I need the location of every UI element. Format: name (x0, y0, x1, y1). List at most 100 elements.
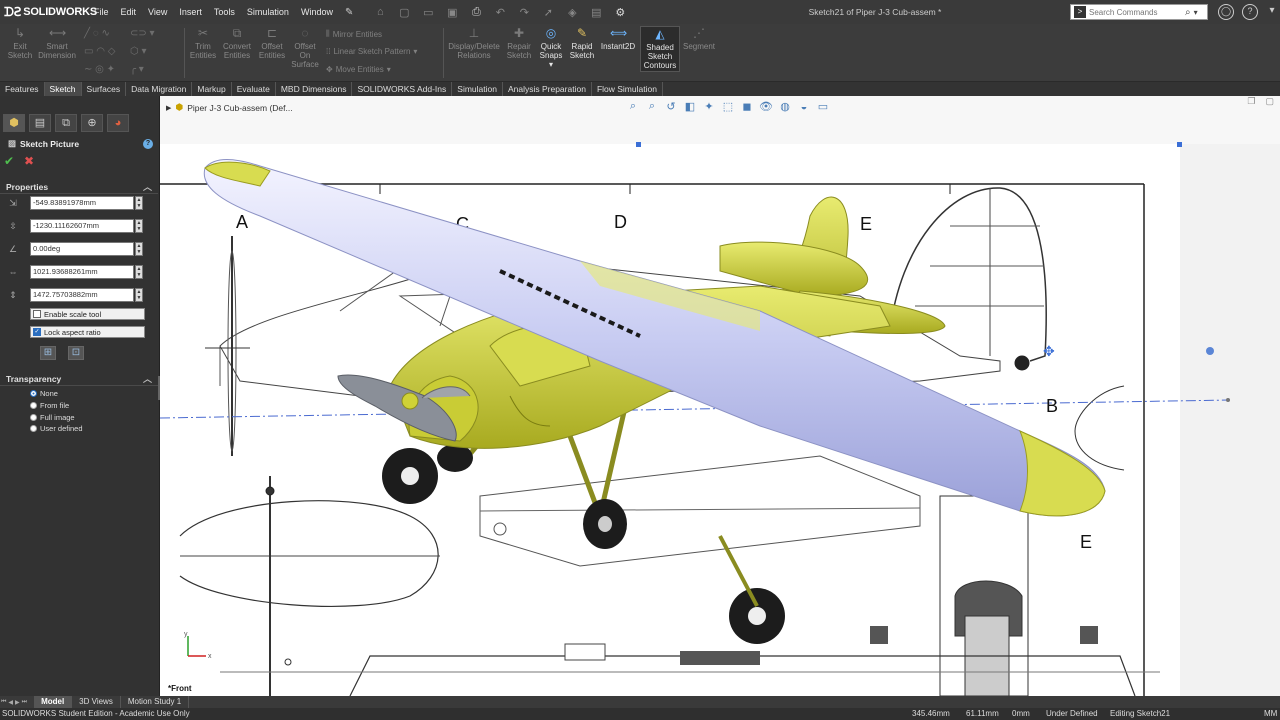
dimxpert-icon[interactable]: ⊕ (81, 114, 103, 132)
next-tab-arrow-icon[interactable]: ▶ (14, 699, 21, 706)
tab-sketch[interactable]: Sketch (44, 82, 82, 96)
cancel-x-icon[interactable]: ✖ (24, 154, 34, 168)
rectangle-icon[interactable]: ▭ ◠ ◇ (84, 46, 115, 57)
menu-insert[interactable]: Insert (173, 0, 208, 24)
pin-icon[interactable]: ✎ (339, 7, 359, 18)
redo-icon[interactable]: ↷ (515, 6, 533, 19)
repair-sketch-button[interactable]: ✚ Repair Sketch (505, 26, 533, 60)
tab-markup[interactable]: Markup (192, 82, 232, 96)
prev-tab-arrow-icon[interactable]: ◀ (7, 699, 14, 706)
spline-icon[interactable]: ∼ ◎ ✦ (84, 64, 115, 75)
exit-sketch-button[interactable]: ↳ Exit Sketch (6, 26, 34, 60)
checkbox-unchecked[interactable] (33, 310, 41, 318)
rebuild-icon[interactable]: ◈ (563, 6, 581, 19)
edit-appearance-icon[interactable]: ◍ (778, 100, 792, 113)
width-spinner[interactable]: ▲ ▼ (135, 265, 143, 279)
view-orientation-icon[interactable]: ⬚ (721, 100, 735, 113)
user-account-icon[interactable]: ◯ (1218, 4, 1234, 20)
picture-resize-handle-top[interactable] (636, 142, 641, 147)
y-position-spinner[interactable]: ▲ ▼ (135, 219, 143, 233)
x-position-spinner[interactable]: ▲ ▼ (135, 196, 143, 210)
x-position-input[interactable]: -549.83891978mm (30, 196, 134, 210)
convert-entities-button[interactable]: ⧉ Convert Entities (221, 26, 253, 60)
menu-simulation[interactable]: Simulation (241, 0, 295, 24)
flip-vertical-icon[interactable]: ⊡ (68, 346, 84, 360)
select-icon[interactable]: ➚ (539, 6, 557, 19)
transparency-full-image-radio[interactable]: Full image (30, 412, 75, 423)
help-icon[interactable]: ? (1242, 4, 1258, 20)
height-spinner[interactable]: ▲ ▼ (135, 288, 143, 302)
units-indicator[interactable]: MM (1264, 708, 1277, 720)
move-entities-button[interactable]: ✥ Move Entities ▾ (326, 65, 391, 74)
undo-icon[interactable]: ↶ (491, 6, 509, 19)
more-chevron-icon[interactable]: ▾ (1264, 4, 1280, 20)
menu-view[interactable]: View (142, 0, 173, 24)
radio-unselected[interactable] (30, 402, 37, 409)
display-delete-relations-button[interactable]: ⊥ Display/Delete Relations (446, 26, 502, 60)
save-icon[interactable]: ▣ (443, 6, 461, 19)
lock-aspect-ratio-checkbox[interactable]: ✓ Lock aspect ratio (30, 326, 145, 338)
height-input[interactable]: 1472.75703882mm (30, 288, 134, 302)
polygon-icon[interactable]: ⬡ ▾ (130, 46, 147, 57)
radio-unselected[interactable] (30, 425, 37, 432)
enable-scale-tool-checkbox[interactable]: Enable scale tool (30, 308, 145, 320)
tab-surfaces[interactable]: Surfaces (82, 82, 127, 96)
sketch-picture-canvas[interactable]: A B C D E B E (160, 96, 1280, 696)
instant2d-button[interactable]: ⟺ Instant2D (600, 26, 636, 51)
zoom-to-area-icon[interactable]: ⌕ (645, 100, 659, 113)
search-commands-box[interactable]: > ⌕ ▾ (1070, 4, 1208, 20)
tab-3d-views[interactable]: 3D Views (72, 696, 121, 708)
menu-file[interactable]: File (88, 0, 115, 24)
fillet-icon[interactable]: ╭ ▾ (130, 64, 144, 75)
line-icon[interactable]: ╱ ◌ ∿ (84, 28, 110, 39)
picture-resize-handle-top-right[interactable] (1177, 142, 1182, 147)
tab-mbd-dimensions[interactable]: MBD Dimensions (276, 82, 353, 96)
print-icon[interactable]: ⎙ (467, 6, 485, 19)
first-tab-arrow-icon[interactable]: ⏮ (0, 699, 7, 706)
feature-manager-icon[interactable]: ⬢ (3, 114, 25, 132)
menu-tools[interactable]: Tools (208, 0, 241, 24)
radio-unselected[interactable] (30, 414, 37, 421)
last-tab-arrow-icon[interactable]: ⏭ (21, 699, 28, 706)
angle-spinner[interactable]: ▲ ▼ (135, 242, 143, 256)
section-view-icon[interactable]: ◧ (683, 100, 697, 113)
file-properties-icon[interactable]: ▤ (587, 6, 605, 19)
width-input[interactable]: 1021.93688261mm (30, 265, 134, 279)
flip-horizontal-icon[interactable]: ⊞ (40, 346, 56, 360)
checkbox-checked[interactable]: ✓ (33, 328, 41, 336)
linear-sketch-pattern-button[interactable]: ⁞⁞ Linear Sketch Pattern ▾ (326, 47, 417, 56)
property-manager-icon[interactable]: ▤ (29, 114, 51, 132)
display-manager-icon[interactable]: ◕ (107, 114, 129, 132)
hide-show-items-icon[interactable]: 👁 (759, 100, 773, 113)
radio-selected[interactable] (30, 390, 37, 397)
configuration-manager-icon[interactable]: ⧉ (55, 114, 77, 132)
tab-solidworks-add-ins[interactable]: SOLIDWORKS Add-Ins (352, 82, 453, 96)
offset-on-surface-button[interactable]: ◌ Offset On Surface (290, 26, 320, 69)
mirror-entities-button[interactable]: ⫼ Mirror Entities (326, 29, 382, 39)
previous-view-icon[interactable]: ↺ (664, 100, 678, 113)
display-style-icon[interactable]: ◼ (740, 100, 754, 113)
search-input[interactable] (1089, 7, 1185, 17)
options-gear-icon[interactable]: ⚙ (611, 6, 629, 19)
tab-features[interactable]: Features (0, 82, 45, 96)
properties-group-header[interactable]: Properties ︿ (0, 180, 158, 194)
shaded-sketch-contours-button[interactable]: ◭ Shaded Sketch Contours (640, 26, 680, 72)
angle-input[interactable]: 0.00deg (30, 242, 134, 256)
search-icon[interactable]: ⌕ (1185, 7, 1191, 18)
collapse-chevron-icon[interactable]: ︿ (143, 372, 152, 386)
feature-tree-flyout[interactable]: ▶ ⬢ Piper J-3 Cub-assem (Def... (166, 102, 293, 113)
solidworks-logo[interactable]: ᗪꙄ SOLIDWORKS (0, 5, 97, 20)
dynamic-annotation-icon[interactable]: ✦ (702, 100, 716, 113)
transparency-group-header[interactable]: Transparency ︿ (0, 372, 158, 386)
transparency-user-defined-radio[interactable]: User defined (30, 423, 83, 434)
tab-evaluate[interactable]: Evaluate (232, 82, 276, 96)
new-document-icon[interactable]: ▢ (395, 6, 413, 19)
maximize-icon[interactable]: ▢ (1265, 96, 1274, 107)
restore-icon[interactable]: ❐ (1247, 96, 1255, 107)
collapse-chevron-icon[interactable]: ︿ (143, 180, 152, 194)
view-settings-icon[interactable]: ▭ (816, 100, 830, 113)
tab-data-migration[interactable]: Data Migration (126, 82, 193, 96)
chevron-down-icon[interactable]: ▾ (1194, 8, 1198, 17)
expand-caret-icon[interactable]: ▶ (166, 104, 171, 112)
segment-button[interactable]: ⋰ Segment (682, 26, 716, 51)
